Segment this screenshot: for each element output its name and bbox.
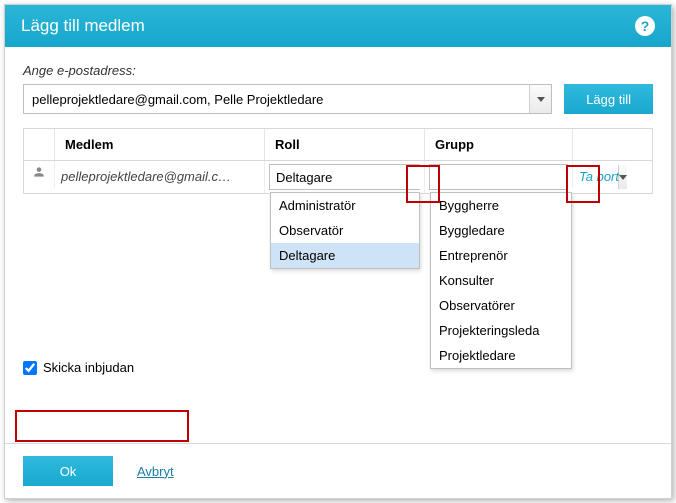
send-invite-row[interactable]: Skicka inbjudan (23, 360, 134, 375)
email-input[interactable] (24, 85, 529, 113)
table-header-group: Grupp (424, 129, 572, 160)
send-invite-checkbox[interactable] (23, 361, 37, 375)
role-combo[interactable]: AdministratörObservatörDeltagare (269, 164, 420, 190)
send-invite-label: Skicka inbjudan (43, 360, 134, 375)
table-header-role: Roll (264, 129, 424, 160)
dialog-title: Lägg till medlem (21, 16, 635, 36)
email-row: Lägg till (23, 84, 653, 114)
table-header-actions (572, 129, 652, 160)
group-option[interactable]: Projekteringsleda (431, 318, 571, 343)
group-option[interactable]: Konsulter (431, 268, 571, 293)
dialog-footer: Ok Avbryt (5, 443, 671, 498)
table-row: pelleprojektledare@gmail.c… Administratö… (24, 161, 652, 193)
add-member-dialog: Lägg till medlem ? Ange e-postadress: Lä… (4, 4, 672, 499)
action-cell: Ta bort (572, 161, 652, 188)
email-label: Ange e-postadress: (23, 63, 653, 78)
table-header-row: Medlem Roll Grupp (24, 129, 652, 161)
role-option[interactable]: Administratör (271, 193, 419, 218)
row-icon-cell (24, 161, 54, 186)
group-cell: ByggherreByggledareEntreprenörKonsulterO… (424, 161, 572, 193)
add-button[interactable]: Lägg till (564, 84, 653, 114)
ok-button[interactable]: Ok (23, 456, 113, 486)
email-combo[interactable] (23, 84, 552, 114)
member-cell: pelleprojektledare@gmail.c… (54, 161, 264, 188)
chevron-down-icon (537, 97, 545, 102)
group-option[interactable]: Byggherre (431, 193, 571, 218)
group-dropdown-panel[interactable]: ByggherreByggledareEntreprenörKonsulterO… (430, 192, 572, 369)
role-cell: AdministratörObservatörDeltagare (264, 161, 424, 193)
role-option[interactable]: Observatör (271, 218, 419, 243)
cancel-link[interactable]: Avbryt (137, 464, 174, 479)
group-option[interactable]: Observatörer (431, 293, 571, 318)
email-dropdown-button[interactable] (529, 85, 551, 113)
group-option[interactable]: Entreprenör (431, 243, 571, 268)
table-header-member: Medlem (54, 129, 264, 160)
group-option[interactable]: Projektledare (431, 343, 571, 368)
help-icon[interactable]: ? (635, 16, 655, 36)
group-combo[interactable]: ByggherreByggledareEntreprenörKonsulterO… (429, 164, 568, 190)
dialog-body: Ange e-postadress: Lägg till Medlem Roll… (5, 47, 671, 443)
role-dropdown-panel[interactable]: AdministratörObservatörDeltagare (270, 192, 420, 269)
role-option[interactable]: Deltagare (271, 243, 419, 268)
remove-link[interactable]: Ta bort (579, 169, 619, 184)
table-header-icon (24, 129, 54, 160)
group-option[interactable]: Byggledare (431, 218, 571, 243)
members-table: Medlem Roll Grupp pelleprojektledare@gma… (23, 128, 653, 194)
person-icon (32, 165, 46, 182)
dialog-titlebar: Lägg till medlem ? (5, 5, 671, 47)
